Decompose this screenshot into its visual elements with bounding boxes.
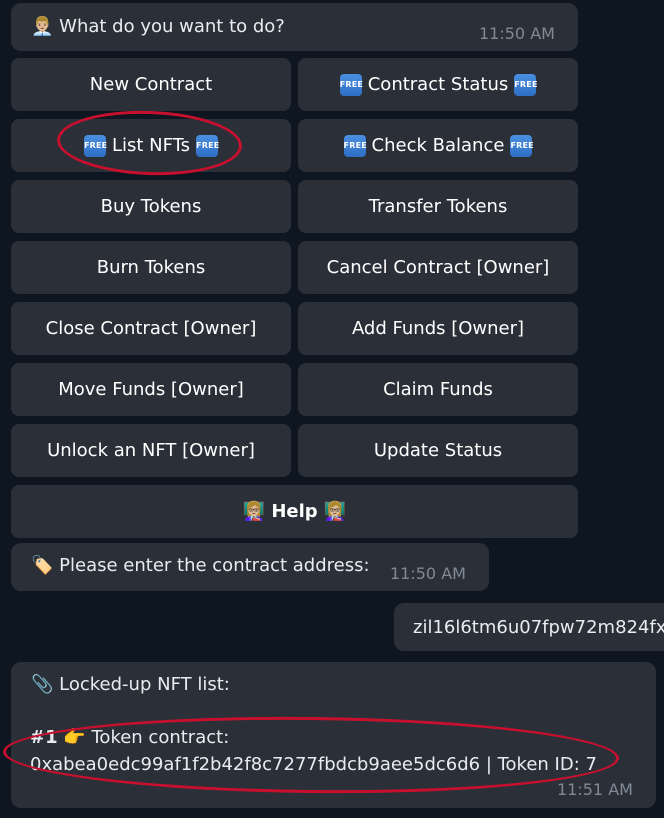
transfer-tokens-button[interactable]: Transfer Tokens <box>298 180 578 233</box>
free-badge-icon: FREE <box>343 134 367 157</box>
free-badge-icon: FREE <box>514 73 537 96</box>
nft-list-bubble: 📎 Locked-up NFT list: #1 👉 Token contrac… <box>11 662 656 808</box>
user-message-bubble: zil16l6tm6u07fpw72m824fx <box>394 603 664 651</box>
address-prompt-text: 🏷️ Please enter the contract address: <box>31 555 370 576</box>
pointing-right-icon: 👉 <box>63 727 86 748</box>
teacher-icon: 👩🏼‍🏫 <box>242 501 266 522</box>
free-badge-icon: FREE <box>196 134 219 157</box>
nft-item-detail: 0xabea0edc99af1f2b42f8c7277fbdcb9aee5dc6… <box>30 754 597 775</box>
unlock-nft-button[interactable]: Unlock an NFT [Owner] <box>11 424 291 477</box>
teacher-icon: 👩🏼‍🏫 <box>323 501 347 522</box>
prompt-message-text: 👨🏼‍💼 What do you want to do? <box>31 16 285 37</box>
address-prompt-bubble: 🏷️ Please enter the contract address: 11… <box>11 543 489 591</box>
person-at-desk-icon: 👨🏼‍💼 <box>31 16 54 37</box>
help-button[interactable]: 👩🏼‍🏫 Help 👩🏼‍🏫 <box>11 485 578 538</box>
new-contract-button[interactable]: New Contract <box>11 58 291 111</box>
user-message-text: zil16l6tm6u07fpw72m824fx <box>413 617 664 638</box>
contract-status-button[interactable]: FREE Contract Status FREE <box>298 58 578 111</box>
check-balance-button[interactable]: FREE Check Balance FREE <box>298 119 578 172</box>
prompt-message-bubble: 👨🏼‍💼 What do you want to do? 11:50 AM <box>11 3 578 51</box>
address-prompt-time: 11:50 AM <box>390 564 466 583</box>
paperclip-icon: 📎 <box>31 674 54 695</box>
buy-tokens-button[interactable]: Buy Tokens <box>11 180 291 233</box>
add-funds-button[interactable]: Add Funds [Owner] <box>298 302 578 355</box>
nft-item-title: #1 👉 Token contract: <box>30 727 230 748</box>
nft-list-header: 📎 Locked-up NFT list: <box>31 674 230 695</box>
burn-tokens-button[interactable]: Burn Tokens <box>11 241 291 294</box>
free-badge-icon: FREE <box>510 134 534 157</box>
close-contract-button[interactable]: Close Contract [Owner] <box>11 302 291 355</box>
free-badge-icon: FREE <box>339 73 363 96</box>
nft-list-time: 11:51 AM <box>557 780 633 799</box>
update-status-button[interactable]: Update Status <box>298 424 578 477</box>
list-nfts-button[interactable]: FREE List NFTs FREE <box>11 119 291 172</box>
prompt-message-time: 11:50 AM <box>479 24 555 43</box>
free-badge-icon: FREE <box>83 134 107 157</box>
claim-funds-button[interactable]: Claim Funds <box>298 363 578 416</box>
label-tag-icon: 🏷️ <box>31 555 54 576</box>
cancel-contract-button[interactable]: Cancel Contract [Owner] <box>298 241 578 294</box>
move-funds-button[interactable]: Move Funds [Owner] <box>11 363 291 416</box>
